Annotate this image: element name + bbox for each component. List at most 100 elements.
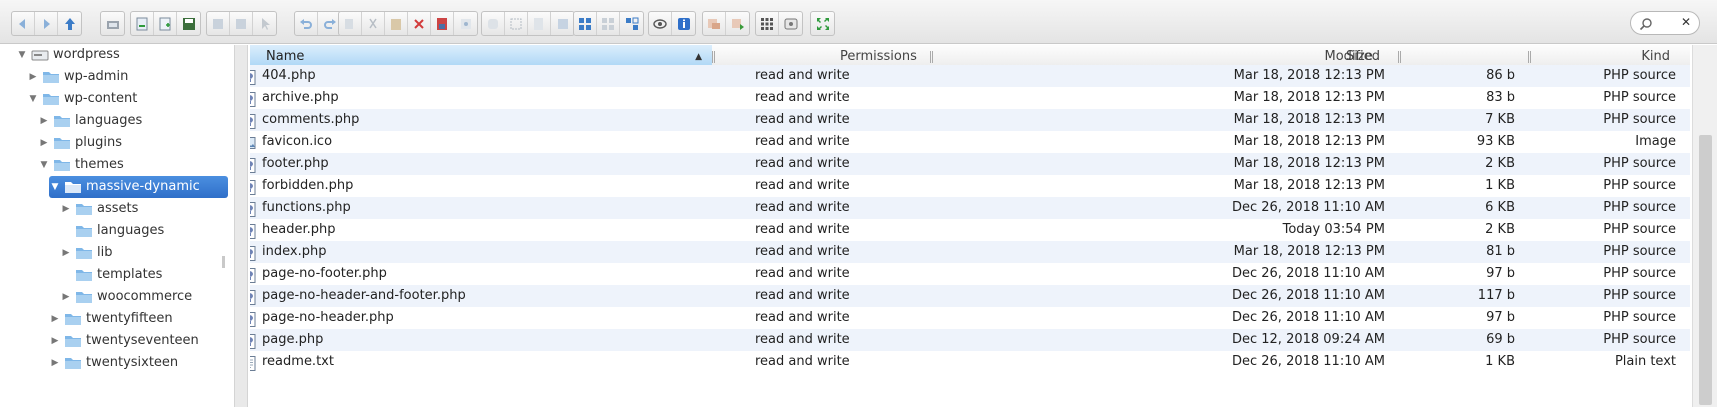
column-resize-handle[interactable] — [930, 51, 933, 63]
upload-button[interactable] — [703, 12, 726, 35]
table-row[interactable]: page-no-header.php read and write Dec 26, … — [250, 307, 1690, 329]
table-row[interactable]: header.php read and write Today 03:54 PM 2 … — [250, 219, 1690, 241]
tree-scrollbar-thumb[interactable] — [222, 256, 225, 268]
expanded-arrow-icon[interactable]: ▼ — [38, 154, 50, 176]
duplicate-button[interactable] — [482, 12, 505, 35]
tree-item-templates[interactable]: templates — [60, 264, 162, 286]
table-row[interactable]: functions.php read and write Dec 26, 2018 … — [250, 197, 1690, 219]
resize-button[interactable] — [551, 12, 574, 35]
delete-button[interactable] — [408, 12, 431, 35]
file-size: 2 KB — [1485, 222, 1515, 237]
home-button[interactable] — [101, 12, 124, 35]
disk-button[interactable] — [230, 12, 253, 35]
preview-icon — [653, 18, 667, 29]
edit-icon — [534, 17, 543, 30]
copy-button[interactable] — [339, 12, 362, 35]
column-resize-handle[interactable] — [712, 51, 715, 63]
file-permissions: read and write — [755, 222, 850, 237]
column-resize-handle[interactable] — [1398, 51, 1401, 63]
search-box[interactable]: ✕ — [1630, 11, 1700, 35]
collapsed-arrow-icon[interactable]: ▶ — [60, 242, 72, 264]
table-row[interactable]: 404.php read and write Mar 18, 2018 12:13 … — [250, 65, 1690, 87]
extract-button[interactable] — [454, 12, 477, 35]
info-button[interactable] — [672, 12, 695, 35]
tree-item-woocommerce[interactable]: ▶ woocommerce — [60, 286, 193, 308]
rename-button[interactable] — [505, 12, 528, 35]
column-resize-handle[interactable] — [1528, 51, 1531, 63]
table-row[interactable]: comments.php read and write Mar 18, 2018 1… — [250, 109, 1690, 131]
forward-button[interactable] — [35, 12, 58, 35]
tree-item-languages[interactable]: languages — [60, 220, 164, 242]
tree-item-twentyfifteen[interactable]: ▶ twentyfifteen — [49, 308, 173, 330]
new-file-button[interactable] — [154, 12, 177, 35]
tree-item-themes[interactable]: ▼ themes — [38, 154, 124, 176]
back-button[interactable] — [12, 12, 35, 35]
copy-path-button[interactable] — [207, 12, 230, 35]
table-row[interactable]: footer.php read and write Mar 18, 2018 12:… — [250, 153, 1690, 175]
tree-item-assets[interactable]: ▶ assets — [60, 198, 139, 220]
select-button[interactable] — [253, 12, 276, 35]
tree-item-twentyseventeen[interactable]: ▶ twentyseventeen — [49, 330, 199, 352]
cut-button[interactable] — [362, 12, 385, 35]
undo-button[interactable] — [295, 12, 318, 35]
table-row[interactable]: page-no-header-and-footer.php read and wr… — [250, 285, 1690, 307]
rename-icon — [510, 18, 522, 29]
paste-button[interactable] — [385, 12, 408, 35]
collapsed-arrow-icon[interactable]: ▶ — [38, 110, 50, 132]
tree-item-twentysixteen[interactable]: ▶ twentysixteen — [49, 352, 179, 374]
file-kind: PHP source — [1603, 332, 1676, 347]
file-permissions: read and write — [755, 266, 850, 281]
collapsed-arrow-icon[interactable]: ▶ — [27, 66, 39, 88]
tree-item-label: wp-content — [64, 91, 138, 106]
expanded-arrow-icon[interactable]: ▼ — [16, 45, 28, 66]
collapsed-arrow-icon[interactable]: ▶ — [60, 198, 72, 220]
table-row[interactable]: favicon.ico read and write Mar 18, 2018 12… — [250, 131, 1690, 153]
columns-view-button[interactable] — [620, 12, 643, 35]
tree-item-wordpress[interactable]: ▼ wordpress — [16, 45, 120, 66]
tree-item-plugins[interactable]: ▶ plugins — [38, 132, 122, 154]
tree-item-wp-admin[interactable]: ▶ wp-admin — [27, 66, 129, 88]
table-row[interactable]: index.php read and write Mar 18, 2018 12:1… — [250, 241, 1690, 263]
file-name: header.php — [262, 222, 336, 237]
tree-item-wp-content[interactable]: ▼ wp-content — [27, 88, 138, 110]
expanded-arrow-icon[interactable]: ▼ — [27, 88, 39, 110]
table-row[interactable]: archive.php read and write Mar 18, 2018 12… — [250, 87, 1690, 109]
list-scrollbar-thumb[interactable] — [1699, 135, 1712, 405]
tree-item-label: wordpress — [53, 47, 120, 62]
table-row[interactable]: page-no-footer.php read and write Dec 26, … — [250, 263, 1690, 285]
tree-item-massive-dynamic[interactable]: ▼ massive-dynamic — [49, 176, 228, 198]
collapsed-arrow-icon[interactable]: ▶ — [49, 308, 61, 330]
fullscreen-button[interactable] — [811, 12, 834, 35]
file-kind: PHP source — [1603, 178, 1676, 193]
preview-button[interactable] — [649, 12, 672, 35]
tree-item-languages[interactable]: ▶ languages — [38, 110, 143, 132]
file-name: readme.txt — [262, 354, 334, 369]
php-file-icon — [250, 290, 256, 305]
table-row[interactable]: page.php read and write Dec 12, 2018 09:24… — [250, 329, 1690, 351]
icons-view-button[interactable] — [574, 12, 597, 35]
settings-button[interactable] — [779, 12, 802, 35]
collapsed-arrow-icon[interactable]: ▶ — [38, 132, 50, 154]
list-scrollbar[interactable] — [1692, 45, 1717, 407]
collapsed-arrow-icon[interactable]: ▶ — [49, 352, 61, 374]
open-button[interactable] — [131, 12, 154, 35]
up-button[interactable] — [58, 12, 81, 35]
collapsed-arrow-icon[interactable]: ▶ — [49, 330, 61, 352]
pane-divider[interactable] — [234, 45, 248, 407]
text-file-icon — [250, 356, 256, 371]
tree-item-lib[interactable]: ▶ lib — [60, 242, 113, 264]
select-all-button[interactable] — [756, 12, 779, 35]
clear-search-icon[interactable]: ✕ — [1681, 15, 1691, 29]
archive-button[interactable] — [431, 12, 454, 35]
collapsed-arrow-icon[interactable]: ▶ — [60, 286, 72, 308]
file-size: 117 b — [1477, 288, 1515, 303]
expanded-arrow-icon[interactable]: ▼ — [49, 176, 61, 198]
save-button[interactable] — [177, 12, 200, 35]
copy-icon — [345, 18, 353, 29]
download-button[interactable] — [726, 12, 749, 35]
list-view-button[interactable] — [597, 12, 620, 35]
edit-button[interactable] — [528, 12, 551, 35]
table-row[interactable]: forbidden.php read and write Mar 18, 2018 … — [250, 175, 1690, 197]
table-row[interactable]: readme.txt read and write Dec 26, 2018 11:… — [250, 351, 1690, 373]
toolbar-group — [810, 11, 835, 36]
